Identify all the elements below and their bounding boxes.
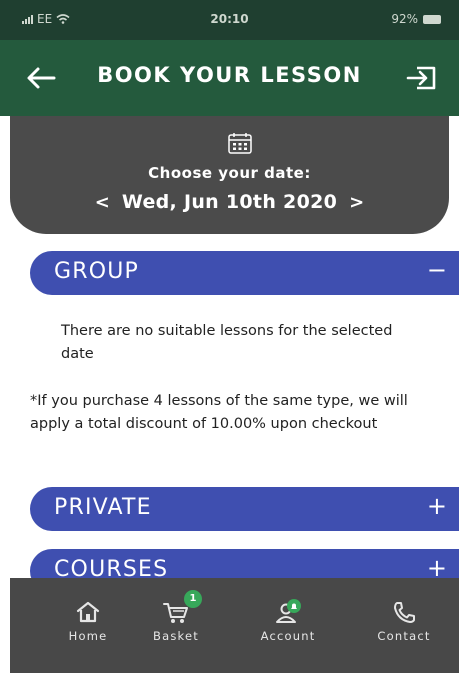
date-row: < Wed, Jun 10th 2020 > [10, 191, 449, 213]
logout-button[interactable] [405, 62, 439, 94]
previous-date-button[interactable]: < [91, 192, 114, 213]
section-group-label: GROUP [54, 259, 140, 284]
nav-account[interactable]: Account [248, 598, 328, 643]
no-lessons-message: There are no suitable lessons for the se… [61, 323, 393, 362]
status-bar: EE 20:10 92% [0, 0, 459, 40]
nav-home-label: Home [68, 629, 108, 643]
section-private[interactable]: PRIVATE + [30, 487, 459, 531]
calendar-icon[interactable] [228, 132, 252, 154]
discount-note: *If you purchase 4 lessons of the same t… [30, 393, 408, 432]
nav-home[interactable]: Home [48, 598, 128, 643]
nav-basket-label: Basket [153, 629, 199, 643]
logout-icon [406, 66, 436, 90]
battery-percent: 92% [391, 12, 418, 26]
nav-account-icon-wrap [272, 598, 304, 626]
phone-icon [394, 602, 415, 623]
nav-home-icon-wrap [72, 598, 104, 626]
nav-contact[interactable]: Contact [364, 598, 444, 643]
nav-contact-label: Contact [377, 629, 431, 643]
app-header: BOOK YOUR LESSON [0, 40, 459, 116]
status-right: 92% [391, 12, 441, 26]
bottom-nav: Home 1 Basket Account Contact [10, 578, 459, 673]
account-icon [276, 599, 301, 623]
section-group[interactable]: GROUP − [30, 251, 459, 295]
nav-contact-icon-wrap [388, 598, 420, 626]
nav-basket[interactable]: 1 Basket [136, 590, 216, 643]
status-time: 20:10 [210, 12, 249, 26]
next-date-button[interactable]: > [345, 192, 368, 213]
section-private-label: PRIVATE [54, 495, 152, 520]
basket-count-badge: 1 [184, 590, 202, 608]
date-caption: Choose your date: [148, 164, 311, 182]
collapse-icon[interactable]: − [427, 256, 447, 284]
expand-icon[interactable]: + [427, 492, 447, 520]
home-icon [76, 601, 100, 623]
nav-account-label: Account [260, 629, 316, 643]
page-title: BOOK YOUR LESSON [97, 63, 362, 87]
date-picker: Choose your date: < Wed, Jun 10th 2020 > [10, 116, 449, 234]
nav-basket-icon-wrap: 1 [160, 590, 202, 626]
battery-icon [423, 14, 441, 24]
selected-date: Wed, Jun 10th 2020 [121, 191, 338, 213]
